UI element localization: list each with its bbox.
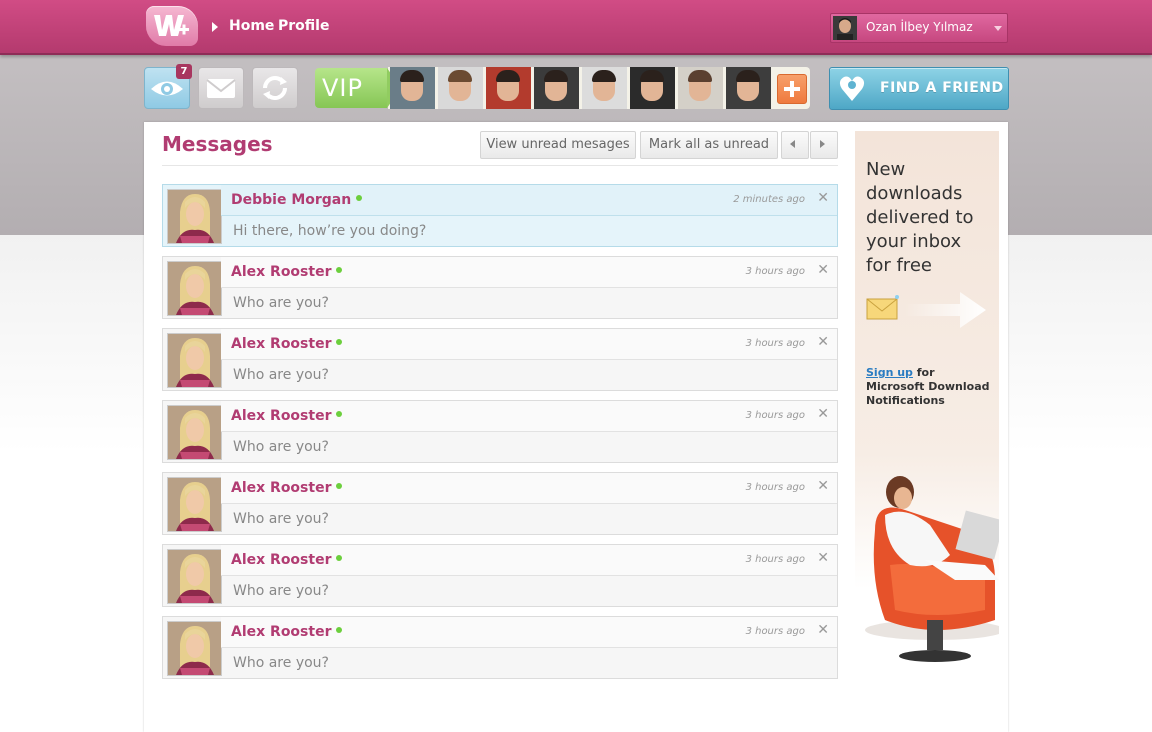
online-status-icon (336, 411, 342, 417)
nav-profile-link[interactable]: Profile (278, 18, 329, 34)
sender-avatar[interactable] (167, 477, 222, 532)
vip-member-avatar[interactable] (486, 67, 531, 109)
sender-name[interactable]: Debbie Morgan (231, 192, 351, 208)
message-row[interactable]: Debbie Morgan 2 minutes ago ✕ Hi there, … (162, 184, 838, 247)
message-row[interactable]: Alex Rooster 3 hours ago ✕ Who are you? (162, 400, 838, 463)
vip-member-avatar[interactable] (438, 67, 483, 109)
close-icon[interactable]: ✕ (817, 334, 829, 350)
message-row[interactable]: Alex Rooster 3 hours ago ✕ Who are you? (162, 544, 838, 607)
sync-button[interactable] (252, 67, 298, 109)
vip-label: VIP (322, 74, 363, 102)
chevron-down-icon (994, 26, 1002, 31)
page-title: Messages (162, 132, 273, 156)
message-preview: Who are you? (233, 439, 329, 455)
close-icon[interactable]: ✕ (817, 406, 829, 422)
sender-name[interactable]: Alex Rooster (231, 624, 331, 640)
online-status-icon (336, 555, 342, 561)
online-status-icon (356, 195, 362, 201)
close-icon[interactable]: ✕ (817, 190, 829, 206)
close-icon[interactable]: ✕ (817, 478, 829, 494)
arrow-right-icon (904, 292, 986, 328)
message-preview: Hi there, how’re you doing? (233, 223, 427, 239)
heart-pin-icon (839, 76, 865, 101)
vip-member-avatar[interactable] (630, 67, 675, 109)
messages-button[interactable] (198, 67, 244, 109)
ad-illustration (865, 476, 999, 662)
user-menu[interactable]: Ozan İlbey Yılmaz (830, 13, 1008, 43)
message-timestamp: 3 hours ago (745, 626, 805, 637)
online-status-icon (336, 627, 342, 633)
sender-avatar[interactable] (167, 621, 222, 676)
chevron-right-icon (820, 140, 825, 148)
sender-name[interactable]: Alex Rooster (231, 408, 331, 424)
online-status-icon (336, 339, 342, 345)
nav-arrow-icon (212, 22, 218, 32)
message-timestamp: 3 hours ago (745, 266, 805, 277)
vip-member-avatar[interactable] (726, 67, 771, 109)
close-icon[interactable]: ✕ (817, 550, 829, 566)
message-timestamp: 3 hours ago (745, 482, 805, 493)
user-avatar (833, 16, 857, 40)
online-status-icon (336, 483, 342, 489)
add-vip-button[interactable] (777, 74, 807, 104)
notifications-count-badge: 7 (176, 64, 192, 79)
view-unread-button[interactable]: View unread mesages (480, 131, 636, 159)
message-timestamp: 2 minutes ago (733, 194, 805, 205)
plus-icon (784, 81, 800, 97)
message-preview: Who are you? (233, 583, 329, 599)
sender-avatar[interactable] (167, 333, 222, 388)
message-timestamp: 3 hours ago (745, 554, 805, 565)
ad-headline: New downloads delivered to your inbox fo… (866, 159, 974, 276)
sender-avatar[interactable] (167, 261, 222, 316)
nav-home-link[interactable]: Home (229, 18, 274, 34)
message-row[interactable]: Alex Rooster 3 hours ago ✕ Who are you? (162, 472, 838, 535)
chevron-left-icon (790, 140, 795, 148)
message-row[interactable]: Alex Rooster 3 hours ago ✕ Who are you? (162, 616, 838, 679)
user-name: Ozan İlbey Yılmaz (866, 20, 973, 34)
find-a-friend-label: FIND A FRIEND (880, 80, 1004, 96)
sender-avatar[interactable] (167, 549, 222, 604)
mark-all-unread-button[interactable]: Mark all as unread (640, 131, 778, 159)
vip-member-avatar[interactable] (390, 67, 435, 109)
ad-signup-link[interactable]: Sign up (866, 366, 913, 379)
sender-name[interactable]: Alex Rooster (231, 264, 331, 280)
vip-member-avatar[interactable] (582, 67, 627, 109)
sender-name[interactable]: Alex Rooster (231, 552, 331, 568)
message-preview: Who are you? (233, 295, 329, 311)
mail-icon (206, 79, 236, 98)
message-preview: Who are you? (233, 367, 329, 383)
message-row[interactable]: Alex Rooster 3 hours ago ✕ Who are you? (162, 328, 838, 391)
site-logo[interactable] (146, 6, 198, 46)
sync-icon (263, 76, 287, 100)
close-icon[interactable]: ✕ (817, 262, 829, 278)
message-preview: Who are you? (233, 655, 329, 671)
message-row[interactable]: Alex Rooster 3 hours ago ✕ Who are you? (162, 256, 838, 319)
vip-member-avatar[interactable] (534, 67, 579, 109)
message-preview: Who are you? (233, 511, 329, 527)
ad-signup-text: Sign up for Microsoft Download Notificat… (866, 366, 996, 408)
sender-name[interactable]: Alex Rooster (231, 480, 331, 496)
title-divider (162, 165, 838, 166)
online-status-icon (336, 267, 342, 273)
sender-avatar[interactable] (167, 405, 222, 460)
message-timestamp: 3 hours ago (745, 410, 805, 421)
sender-avatar[interactable] (167, 189, 222, 244)
sender-name[interactable]: Alex Rooster (231, 336, 331, 352)
message-timestamp: 3 hours ago (745, 338, 805, 349)
vip-member-avatar[interactable] (678, 67, 723, 109)
envelope-icon (866, 295, 899, 320)
previous-page-button[interactable] (781, 131, 809, 159)
logo-icon (154, 15, 189, 36)
close-icon[interactable]: ✕ (817, 622, 829, 638)
